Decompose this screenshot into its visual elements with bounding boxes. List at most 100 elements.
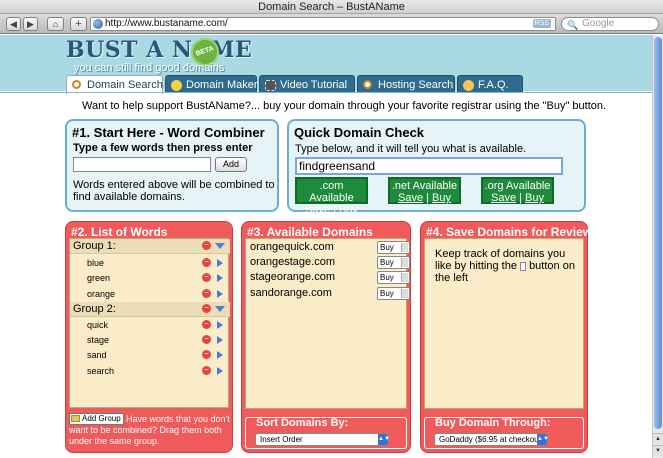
tab-label: Domain Maker <box>186 79 258 91</box>
quick-check-input[interactable]: findgreensand <box>295 157 563 175</box>
org-available-badge: .org Available Save | Buy <box>481 177 554 204</box>
tab-divider <box>0 92 652 93</box>
move-icon[interactable] <box>217 274 223 282</box>
domain-name: sandorange.com <box>250 287 332 299</box>
link-separator: | <box>333 204 336 216</box>
magnifier-icon <box>72 80 81 89</box>
word-combiner-note: Words entered above will be combined to … <box>73 179 275 203</box>
available-domains-list: orangequick.com Buy orangestage.com Buy st… <box>245 238 410 409</box>
word-input[interactable] <box>73 157 211 172</box>
sort-select[interactable]: Insert Order ▲▼ <box>255 433 390 446</box>
tab-label: F.A.Q. <box>478 79 509 91</box>
rss-icon[interactable]: RSS <box>532 19 551 28</box>
remove-icon[interactable]: − <box>202 366 211 375</box>
net-buy-link[interactable]: Buy <box>432 192 451 204</box>
sort-value: Insert Order <box>260 435 303 444</box>
collapse-icon[interactable] <box>215 243 225 249</box>
domain-row: sandorange.com Buy <box>250 286 410 301</box>
move-icon[interactable] <box>217 290 223 298</box>
word-item[interactable]: sand − <box>70 348 230 363</box>
word-item[interactable]: green − <box>70 271 230 286</box>
group-name: Group 1: <box>73 240 116 252</box>
move-icon[interactable] <box>217 367 223 375</box>
word-combiner-title: #1. Start Here - Word Combiner <box>72 125 265 140</box>
scroll-down-icon[interactable]: ▼ <box>653 445 663 456</box>
quick-check-title: Quick Domain Check <box>294 125 425 140</box>
remove-icon[interactable]: − <box>202 335 211 344</box>
scroll-up-icon[interactable]: ▲ <box>653 433 663 444</box>
com-save-link[interactable]: Save <box>305 204 330 216</box>
buy-select[interactable]: Buy <box>377 241 410 254</box>
remove-icon[interactable]: − <box>202 289 211 298</box>
add-word-button[interactable]: Add <box>215 157 247 172</box>
word-list-title: #2. List of Words <box>71 225 168 239</box>
save-instructions: Keep track of domains you like by hittin… <box>435 248 579 284</box>
address-bar[interactable]: http://www.bustaname.com/ RSS <box>90 17 556 31</box>
domain-row: orangequick.com Buy <box>250 240 410 255</box>
buy-through-box: Buy Domain Through: GoDaddy ($6.95 at ch… <box>424 417 584 449</box>
link-separator: | <box>426 192 429 204</box>
scroll-thumb[interactable] <box>654 37 662 429</box>
com-available-badge: .com Available Save | Buy <box>295 177 368 216</box>
word-label: blue <box>87 258 105 268</box>
dropdown-arrow-icon: ▲▼ <box>537 434 549 445</box>
word-item[interactable]: quick − <box>70 318 230 333</box>
site-logo[interactable]: BUST A NAME <box>66 37 252 63</box>
net-save-link[interactable]: Save <box>398 192 423 204</box>
browser-search-input[interactable]: 🔍 Google <box>561 17 659 31</box>
com-buy-link[interactable]: Buy <box>339 204 358 216</box>
collapse-icon[interactable] <box>215 306 225 312</box>
group-row[interactable]: Group 1: − <box>70 239 230 254</box>
address-text: http://www.bustaname.com/ <box>105 18 228 29</box>
word-label: search <box>87 366 115 376</box>
domain-name: orangequick.com <box>250 241 334 253</box>
org-available-label: .org Available <box>484 180 551 192</box>
film-icon <box>265 80 276 91</box>
globe-icon <box>93 19 103 29</box>
domain-row: orangestage.com Buy <box>250 255 410 270</box>
home-button[interactable]: ⌂ <box>47 17 64 31</box>
word-item[interactable]: search − <box>70 364 230 379</box>
word-list-note: Have words that you don't want to be com… <box>69 414 230 446</box>
saved-domains-list: Keep track of domains you like by hittin… <box>424 238 584 409</box>
buy-select[interactable]: Buy <box>377 287 410 300</box>
buy-select[interactable]: Buy <box>377 271 410 284</box>
site-tagline: you can still find good domains <box>74 62 225 74</box>
buy-select[interactable]: Buy <box>377 256 410 269</box>
tab-hosting-search[interactable]: Hosting Search <box>357 75 455 93</box>
remove-icon[interactable]: − <box>202 350 211 359</box>
word-label: orange <box>87 289 116 299</box>
new-tab-button[interactable]: + <box>70 17 87 31</box>
net-available-label: .net Available <box>391 180 458 192</box>
forward-button[interactable]: ▶ <box>23 17 38 31</box>
move-icon[interactable] <box>217 351 223 359</box>
page-content: BUST A NAME BETA you can still find good… <box>0 35 652 458</box>
inline-button-icon <box>520 261 526 271</box>
move-icon[interactable] <box>217 321 223 329</box>
save-domains-panel: #4. Save Domains for Review Keep track o… <box>420 221 592 453</box>
group-row[interactable]: Group 2: − <box>70 302 230 317</box>
vertical-scrollbar[interactable]: ▲ ▼ <box>652 35 663 458</box>
tab-domain-maker[interactable]: Domain Maker <box>165 75 258 93</box>
registrar-value: GoDaddy ($6.95 at checkout) <box>439 435 544 444</box>
domain-name: stageorange.com <box>250 271 335 283</box>
move-icon[interactable] <box>217 259 223 267</box>
quick-check-subtitle: Type below, and it will tell you what is… <box>295 143 527 155</box>
remove-icon[interactable]: − <box>202 241 211 250</box>
remove-icon[interactable]: − <box>202 320 211 329</box>
tab-faq[interactable]: F.A.Q. <box>457 75 523 93</box>
move-icon[interactable] <box>217 336 223 344</box>
remove-icon[interactable]: − <box>202 273 211 282</box>
domain-name: orangestage.com <box>250 256 335 268</box>
browser-search-placeholder: Google <box>582 18 615 29</box>
org-save-link[interactable]: Save <box>491 192 516 204</box>
word-item[interactable]: blue − <box>70 256 230 271</box>
registrar-select[interactable]: GoDaddy ($6.95 at checkout) ▲▼ <box>434 433 549 446</box>
org-buy-link[interactable]: Buy <box>525 192 544 204</box>
back-button[interactable]: ◀ <box>6 17 21 31</box>
tab-video-tutorial[interactable]: Video Tutorial <box>259 75 355 93</box>
word-item[interactable]: stage − <box>70 333 230 348</box>
word-item[interactable]: orange − <box>70 287 230 302</box>
remove-icon[interactable]: − <box>202 258 211 267</box>
remove-icon[interactable]: − <box>202 304 211 313</box>
